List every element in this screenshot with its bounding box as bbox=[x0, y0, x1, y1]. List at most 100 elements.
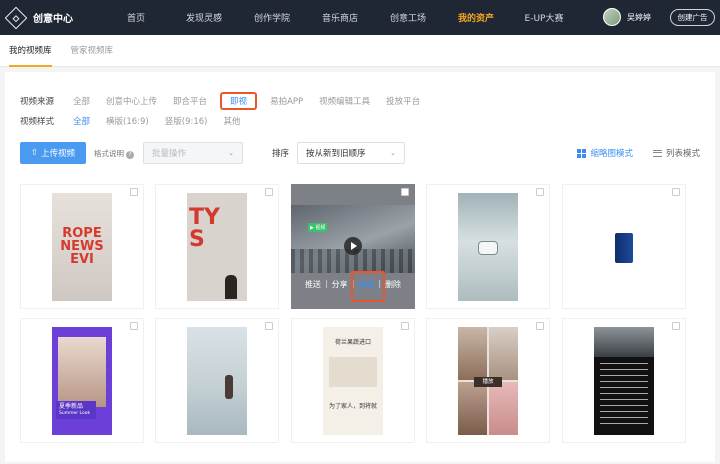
source-jishi[interactable]: 即视 bbox=[220, 92, 258, 110]
select-checkbox[interactable] bbox=[536, 322, 544, 330]
thumb-graphic: TY S bbox=[189, 205, 220, 252]
nav-item-academy[interactable]: 创作学院 bbox=[238, 11, 306, 24]
video-card[interactable]: 播放 bbox=[426, 318, 550, 443]
share-action[interactable]: 分享 bbox=[328, 279, 352, 290]
select-checkbox[interactable] bbox=[265, 322, 273, 330]
video-card[interactable] bbox=[426, 184, 550, 309]
source-all[interactable]: 全部 bbox=[70, 93, 93, 109]
grid-icon bbox=[577, 148, 587, 158]
grid-view-button[interactable]: 缩略图模式 bbox=[577, 147, 633, 159]
video-thumbnail[interactable]: ROPE NEWS EVI bbox=[52, 193, 112, 301]
video-thumbnail[interactable]: 荷兰果蔬进口 为了家人，到将就 bbox=[323, 327, 383, 435]
style-filter: 视频样式 全部 横版(16:9) 竖版(9:16) 其他 bbox=[20, 113, 254, 129]
batch-action-select[interactable]: 批量操作 ⌄ bbox=[143, 142, 243, 164]
video-thumbnail[interactable] bbox=[594, 327, 654, 435]
thumb-figure bbox=[225, 375, 233, 399]
select-checkbox[interactable] bbox=[536, 188, 544, 196]
video-card[interactable] bbox=[155, 318, 279, 443]
tab-my-video-library[interactable]: 我的视频库 bbox=[9, 35, 52, 67]
upload-icon: ⇧ bbox=[30, 148, 39, 158]
play-icon[interactable] bbox=[344, 237, 362, 255]
style-portrait[interactable]: 竖版(9:16) bbox=[162, 113, 211, 129]
style-landscape[interactable]: 横版(16:9) bbox=[103, 113, 152, 129]
nav-item-music-store[interactable]: 音乐商店 bbox=[306, 11, 374, 24]
subcaption-text: Summer Look bbox=[59, 411, 91, 416]
source-filter-label: 视频来源 bbox=[20, 97, 55, 107]
library-tabs: 我的视频库 管家视频库 bbox=[0, 35, 720, 67]
video-toolbar: ⇧ 上传视频 格式说明? 批量操作 ⌄ 排序 按从新到旧顺序 ⌄ 缩略图模式 列… bbox=[20, 142, 700, 164]
list-view-button[interactable]: 列表模式 bbox=[652, 147, 700, 159]
select-checkbox[interactable] bbox=[265, 188, 273, 196]
chevron-down-icon: ⌄ bbox=[390, 149, 397, 157]
select-checkbox[interactable] bbox=[672, 322, 680, 330]
collage-photo bbox=[489, 327, 518, 380]
list-view-label: 列表模式 bbox=[665, 149, 700, 159]
list-icon bbox=[652, 149, 662, 157]
create-ad-button[interactable]: 创建广告 bbox=[670, 9, 715, 26]
thumb-photo bbox=[329, 357, 377, 387]
sort-label: 排序 bbox=[272, 149, 290, 159]
thumb-skyline bbox=[594, 327, 654, 357]
video-card[interactable] bbox=[562, 318, 686, 443]
select-checkbox[interactable] bbox=[401, 322, 409, 330]
nav-item-eup-contest[interactable]: E-UP大赛 bbox=[510, 11, 578, 24]
grid-view-label: 缩略图模式 bbox=[590, 149, 633, 159]
collage-caption: 播放 bbox=[474, 377, 502, 387]
nav-item-home[interactable]: 首页 bbox=[102, 11, 170, 24]
video-thumbnail[interactable] bbox=[594, 193, 654, 301]
user-menu[interactable]: 吴婷婷 bbox=[603, 8, 651, 26]
thumb-robot bbox=[478, 241, 498, 255]
video-card-hovered[interactable]: ▶ 视频 推送 | 分享 | 编辑 | 删除 bbox=[291, 184, 415, 309]
video-thumbnail[interactable] bbox=[187, 327, 247, 435]
format-hint-label: 格式说明 bbox=[94, 148, 124, 158]
select-checkbox[interactable] bbox=[672, 188, 680, 196]
select-checkbox[interactable] bbox=[130, 188, 138, 196]
thumb-product bbox=[615, 233, 633, 263]
video-thumbnail[interactable]: 播放 bbox=[458, 327, 518, 435]
source-upload[interactable]: 创意中心上传 bbox=[103, 93, 160, 109]
thumb-graphic: ROPE NEWS EVI bbox=[60, 226, 104, 267]
tab-manager-video-library[interactable]: 管家视频库 bbox=[71, 35, 114, 67]
source-jihe[interactable]: 即合平台 bbox=[170, 93, 210, 109]
sort-select[interactable]: 按从新到旧顺序 ⌄ bbox=[297, 142, 406, 164]
logo[interactable]: 创意中心 bbox=[4, 6, 94, 29]
video-tag: ▶ 视频 bbox=[308, 223, 328, 232]
push-action[interactable]: 推送 bbox=[301, 279, 325, 290]
upload-label: 上传视频 bbox=[41, 149, 76, 159]
collage-photo bbox=[489, 382, 518, 435]
upload-video-button[interactable]: ⇧ 上传视频 bbox=[20, 142, 86, 164]
source-video-editor[interactable]: 视频编辑工具 bbox=[316, 93, 373, 109]
video-card[interactable]: 荷兰果蔬进口 为了家人，到将就 bbox=[291, 318, 415, 443]
video-card[interactable]: TY S bbox=[155, 184, 279, 309]
collage-photo bbox=[458, 327, 487, 380]
avatar[interactable] bbox=[603, 8, 621, 26]
style-filter-label: 视频样式 bbox=[20, 117, 55, 127]
logo-icon bbox=[4, 6, 28, 29]
sort-value: 按从新到旧顺序 bbox=[306, 149, 366, 159]
video-thumbnail[interactable] bbox=[458, 193, 518, 301]
collage-photo bbox=[458, 382, 487, 435]
style-other[interactable]: 其他 bbox=[220, 113, 243, 129]
source-yipai-app[interactable]: 易拍APP bbox=[267, 93, 306, 109]
source-ad-platform[interactable]: 投放平台 bbox=[383, 93, 423, 109]
user-name[interactable]: 吴婷婷 bbox=[627, 12, 651, 23]
video-card[interactable]: 夏季新品 Summer Look bbox=[20, 318, 144, 443]
video-card[interactable] bbox=[562, 184, 686, 309]
nav-item-inspiration[interactable]: 发现灵感 bbox=[170, 11, 238, 24]
caption-text: 夏季新品 bbox=[59, 403, 84, 410]
nav-item-workshop[interactable]: 创意工场 bbox=[374, 11, 442, 24]
select-checkbox[interactable] bbox=[130, 322, 138, 330]
select-checkbox[interactable] bbox=[401, 188, 409, 196]
view-mode-toggle: 缩略图模式 列表模式 bbox=[557, 147, 700, 159]
nav-item-my-assets[interactable]: 我的资产 bbox=[442, 11, 510, 24]
style-all[interactable]: 全部 bbox=[70, 113, 93, 129]
format-hint[interactable]: 格式说明? bbox=[94, 148, 134, 159]
video-card[interactable]: ROPE NEWS EVI bbox=[20, 184, 144, 309]
top-navigation-bar: 创意中心 首页 发现灵感 创作学院 音乐商店 创意工场 我的资产 E-UP大赛 … bbox=[0, 0, 720, 35]
thumb-text-lines bbox=[600, 363, 648, 429]
video-thumbnail[interactable]: 夏季新品 Summer Look bbox=[52, 327, 112, 435]
thumb-photo bbox=[58, 337, 106, 407]
thumb-figure bbox=[225, 275, 237, 299]
video-thumbnail[interactable]: TY S bbox=[187, 193, 247, 301]
help-icon[interactable]: ? bbox=[126, 150, 134, 159]
